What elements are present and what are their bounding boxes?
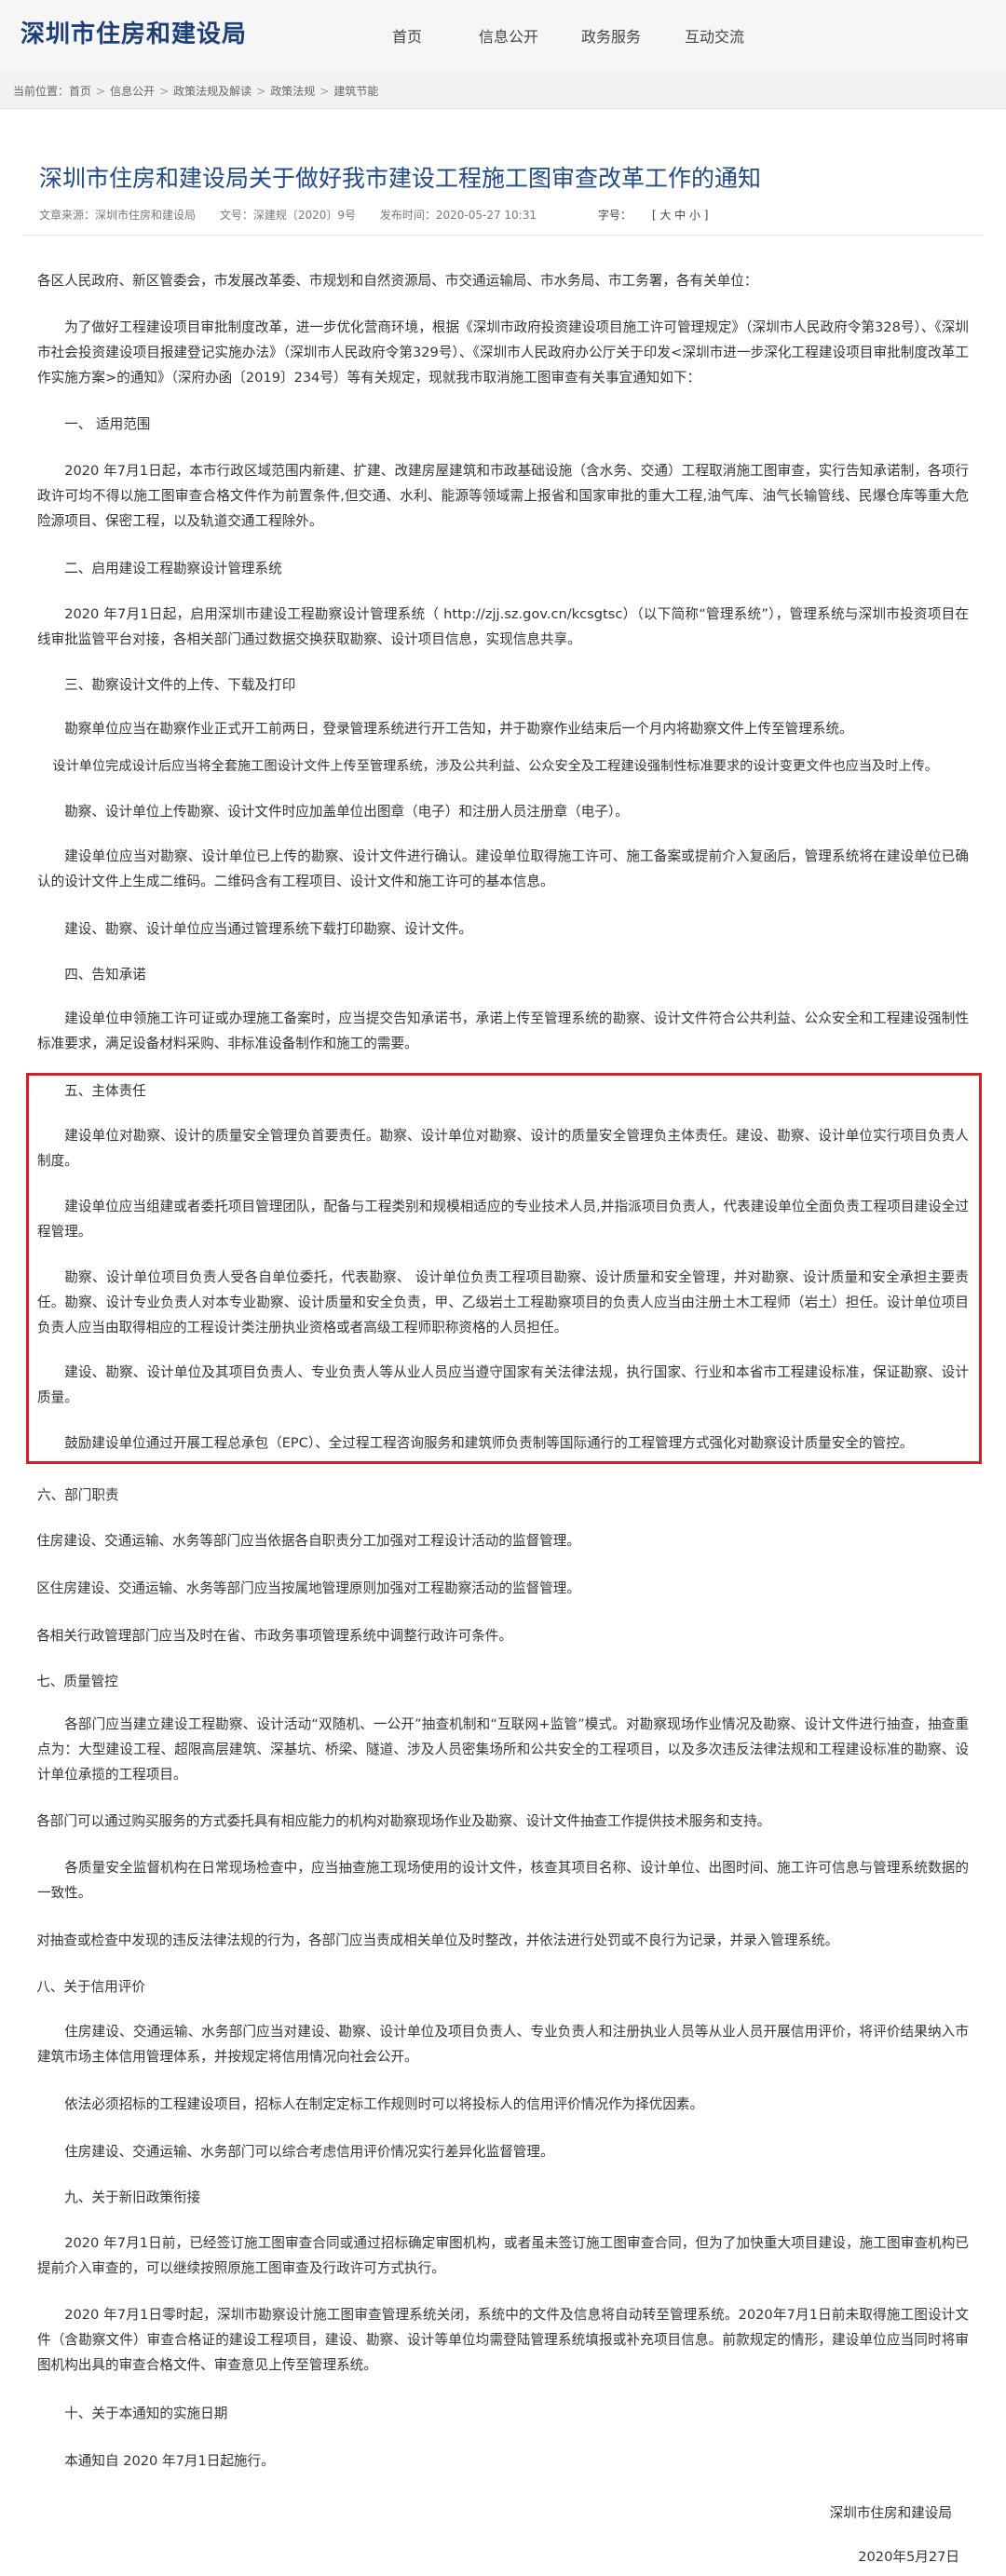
section-1-heading: 一、 适用范围 [64,416,151,432]
section-8-paragraph-3: 住房建设、交通运输、水务部门可以综合考虑信用评价情况实行差异化监督管理。 [64,2144,554,2160]
breadcrumb-energy-saving[interactable]: 建筑节能 [333,85,378,98]
section-5-paragraph-1: 建设单位对勘察、设计的质量安全管理负首要责任。勘察、设计单位对勘察、设计的质量安… [37,1128,969,1169]
breadcrumb-prefix: 当前位置： [13,85,70,98]
main-nav: 首页 信息公开 政务服务 互动交流 [0,24,1006,52]
section-8-paragraph-1: 住房建设、交通运输、水务部门应当对建设、勘察、设计单位及项目负责人、专业负责人和… [37,2024,969,2065]
section-7-paragraph-4: 对抽查或检查中发现的违反法律法规的行为，各部门应当责成相关单位及时整改，并依法进… [36,1932,839,1948]
article-date: 发布时间：2020-05-27 10:31 [379,209,537,222]
section-2-paragraph: 2020 年7月1日起，启用深圳市建设工程勘察设计管理系统（ http://zj… [37,606,969,647]
section-4-paragraph: 建设单位申领施工许可证或办理施工备案时，应当提交告知承诺书，承诺上传至管理系统的… [37,1010,969,1051]
section-5-paragraph-4: 建设、勘察、设计单位及其项目负责人、专业负责人等从业人员应当遵守国家有关法律法规… [37,1364,969,1405]
chevron-right-icon: > [319,85,330,98]
section-3-paragraph-4: 建设单位应当对勘察、设计单位已上传的勘察、设计文件进行确认。建设单位取得施工许可… [37,848,969,889]
font-size-switcher[interactable]: [ 大 中 小 ] [652,209,709,222]
section-4-heading: 四、告知承诺 [64,967,146,983]
section-6-heading: 六、部门职责 [37,1487,119,1503]
chevron-right-icon: > [159,85,170,98]
section-1-paragraph: 2020 年7月1日起，本市行政区域范围内新建、扩建、改建房屋建筑和市政基础设施… [37,463,969,529]
section-10-heading: 十、关于本通知的实施日期 [64,2406,228,2421]
section-5-paragraph-3: 勘察、设计单位项目负责人受各自单位委托，代表勘察、 设计单位负责工程项目勘察、设… [37,1269,969,1335]
section-7-paragraph-1: 各部门应当建立建设工程勘察、设计活动“双随机、一公开”抽查机制和“互联网+监管”… [37,1716,969,1783]
section-8-heading: 八、关于信用评价 [36,1979,145,1995]
intro-paragraph: 为了做好工程建设项目审批制度改革，进一步优化营商环境，根据《深圳市政府投资建设项… [37,319,969,386]
site-header: 深圳市住房和建设局 首页 信息公开 政务服务 互动交流 [0,0,1006,72]
section-5-paragraph-2: 建设单位应当组建或者委托项目管理团队，配备与工程类别和规模相适应的专业技术人员,… [37,1199,969,1240]
section-7-heading: 七、质量管控 [36,1674,118,1689]
title-divider [22,235,984,236]
breadcrumb: 当前位置：首页 > 信息公开 > 政策法规及解读 > 政策法规 > 建筑节能 [0,71,1006,109]
breadcrumb-home[interactable]: 首页 [69,85,91,98]
chevron-right-icon: > [256,85,266,98]
article-meta: 文章来源：深圳市住房和建设局 文号：深建规〔2020〕9号 发布时间：2020-… [39,207,971,223]
article-source: 文章来源：深圳市住房和建设局 [39,209,197,222]
section-7-paragraph-3: 各质量安全监督机构在日常现场检查中，应当抽查施工现场使用的设计文件，核查其项目名… [37,1860,969,1901]
signature-org: 深圳市住房和建设局 [829,2505,952,2521]
breadcrumb-info-disclosure[interactable]: 信息公开 [110,85,155,98]
section-9-paragraph-1: 2020 年7月1日前，已经签订施工图审查合同或通过招标确定审图机构，或者虽未签… [37,2235,969,2276]
section-10-paragraph: 本通知自 2020 年7月1日起施行。 [64,2453,275,2469]
section-8-paragraph-2: 依法必须招标的工程建设项目，招标人在制定定标工作规则时可以将投标人的信用评价情况… [64,2096,704,2112]
signature-date: 2020年5月27日 [858,2549,959,2565]
section-2-heading: 二、启用建设工程勘察设计管理系统 [64,561,282,576]
salutation: 各区人民政府、新区管委会，市发展改革委、市规划和自然资源局、市交通运输局、市水务… [37,273,758,289]
page-title: 深圳市住房和建设局关于做好我市建设工程施工图审查改革工作的通知 [39,165,762,192]
section-9-paragraph-2: 2020 年7月1日零时起，深圳市勘察设计施工图审查管理系统关闭，系统中的文件及… [37,2307,969,2373]
section-3-paragraph-1: 勘察单位应当在勘察作业正式开工前两日，登录管理系统进行开工告知，并于勘察作业结束… [64,721,853,737]
chevron-right-icon: > [96,85,106,98]
breadcrumb-policy-interpretation[interactable]: 政策法规及解读 [173,85,252,98]
section-3-paragraph-3: 勘察、设计单位上传勘察、设计文件时应加盖单位出图章（电子）和注册人员注册章（电子… [64,804,629,820]
nav-home[interactable]: 首页 [392,24,422,47]
section-3-paragraph-2: 设计单位完成设计后应当将全套施工图设计文件上传至管理系统，涉及公共利益、公众安全… [52,759,938,774]
font-size-label: 字号： [597,209,632,222]
section-7-paragraph-2: 各部门可以通过购买服务的方式委托具有相应能力的机构对勘察现场作业及勘察、设计文件… [36,1813,771,1829]
section-5-heading: 五、主体责任 [64,1083,146,1099]
article-doc-no: 文号：深建规〔2020〕9号 [219,209,357,222]
nav-info-disclosure[interactable]: 信息公开 [479,24,538,47]
nav-gov-services[interactable]: 政务服务 [581,24,641,47]
nav-interaction[interactable]: 互动交流 [685,24,744,47]
section-6-paragraph-3: 各相关行政管理部门应当及时在省、市政务事项管理系统中调整行政许可条件。 [36,1628,512,1644]
section-6-paragraph-1: 住房建设、交通运输、水务等部门应当依据各自职责分工加强对工程设计活动的监督管理。 [36,1533,580,1549]
section-6-paragraph-2: 区住房建设、交通运输、水务等部门应当按属地管理原则加强对工程勘察活动的监督管理。 [36,1580,580,1596]
section-5-paragraph-5: 鼓励建设单位通过开展工程总承包（EPC）、全过程工程咨询服务和建筑师负责制等国际… [64,1435,914,1451]
section-3-paragraph-5: 建设、勘察、设计单位应当通过管理系统下载打印勘察、设计文件。 [64,921,473,937]
section-9-heading: 九、关于新旧政策衔接 [64,2190,201,2205]
section-3-heading: 三、勘察设计文件的上传、下载及打印 [64,677,296,693]
breadcrumb-policy[interactable]: 政策法规 [270,85,315,98]
